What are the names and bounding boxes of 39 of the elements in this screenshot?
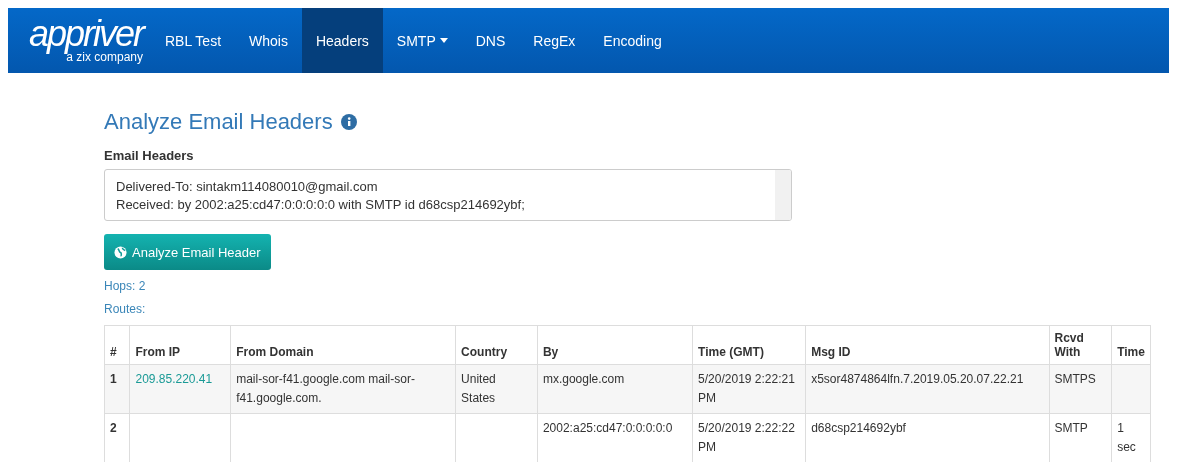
nav-item[interactable]: Encoding — [589, 8, 676, 73]
info-icon[interactable] — [340, 114, 357, 130]
column-header: Msg ID — [805, 325, 1049, 365]
headers-textarea[interactable]: Delivered-To: sintakm114080010@gmail.com Received: by 2002:a25:cd47:0:0:0:0:0 with SMTP id d68csp214692ybf; — [104, 169, 792, 221]
page-title: Analyze Email Headers — [104, 109, 333, 135]
table-cell: mail-sor-f41.google.com mail-sor-f41.google.com. — [230, 364, 456, 414]
column-header: From Domain — [230, 325, 456, 365]
nav-item[interactable]: RBL Test — [151, 8, 236, 73]
table-cell — [1111, 364, 1151, 414]
globe-icon — [114, 245, 127, 259]
column-header: Time (GMT) — [692, 325, 806, 365]
column-header: Country — [455, 325, 538, 365]
analyze-button[interactable]: Analyze Email Header — [104, 234, 271, 270]
field-label: Email Headers — [104, 148, 195, 163]
table-cell: 5/20/2019 2:22:21 PM — [692, 364, 806, 414]
nav-item[interactable]: SMTP — [382, 8, 462, 73]
table-cell: 5/20/2019 2:22:22 PM — [692, 413, 806, 462]
table-cell: SMTPS — [1049, 364, 1112, 414]
nav-item[interactable]: Headers — [301, 8, 383, 73]
table-cell: United States — [455, 364, 538, 414]
table-cell: SMTP — [1049, 413, 1112, 462]
column-header: From IP — [129, 325, 231, 365]
nav-item[interactable]: Whois — [235, 8, 302, 73]
table-cell: 1 sec — [1111, 413, 1151, 462]
nav-item[interactable]: RegEx — [519, 8, 590, 73]
table-cell: x5sor4874864lfn.7.2019.05.20.07.22.21 — [805, 364, 1049, 414]
column-header: Time — [1111, 325, 1151, 365]
table-cell: 209.85.220.41 — [129, 364, 231, 414]
table-cell: 2 — [104, 413, 130, 462]
hops-text: Hops: 2 — [104, 279, 147, 293]
table-cell: 2002:a25:cd47:0:0:0:0:0 — [537, 413, 693, 462]
nav-item[interactable]: DNS — [461, 8, 520, 73]
table-cell: mx.google.com — [537, 364, 693, 414]
table-cell: 1 — [104, 364, 130, 414]
column-header: # — [104, 325, 130, 365]
routes-text: Routes: — [104, 302, 147, 316]
column-header: Rcvd With — [1049, 325, 1112, 365]
column-header: By — [537, 325, 693, 365]
table-cell: d68csp214692ybf — [805, 413, 1049, 462]
